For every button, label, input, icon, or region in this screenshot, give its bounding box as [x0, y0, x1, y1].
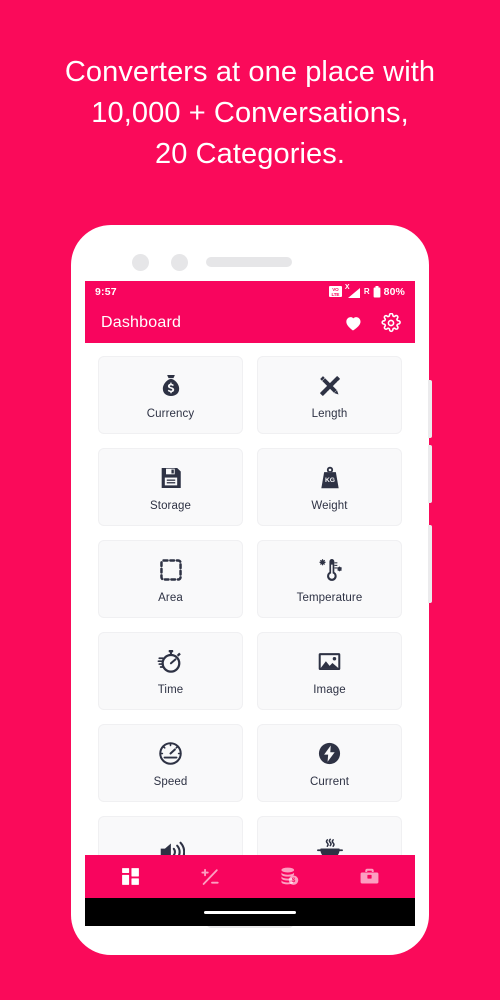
converter-card-speed[interactable]: Speed — [98, 724, 243, 802]
converter-card-label: Image — [313, 683, 346, 696]
heart-icon[interactable] — [343, 313, 363, 333]
converter-card-area[interactable]: Area — [98, 540, 243, 618]
battery-percentage: 80% — [383, 285, 405, 298]
converter-card-label: Area — [158, 591, 183, 604]
converter-card-current[interactable]: Current — [257, 724, 402, 802]
proximity-sensor-icon — [132, 254, 149, 271]
converter-card-label: Storage — [150, 499, 191, 512]
nav-item-tools[interactable] — [346, 862, 392, 892]
converter-card-label: Current — [309, 775, 350, 788]
converter-card-label: Time — [157, 683, 184, 696]
thermometer-snowflake-icon — [315, 555, 345, 585]
converter-grid-scroll-area[interactable]: Currency Length Storage KG Weight Area T… — [85, 343, 415, 898]
svg-text:$: $ — [292, 877, 296, 884]
kg-weight-icon-text: KG — [324, 476, 334, 483]
nav-item-money[interactable]: $ — [267, 862, 313, 892]
plus-minus-icon — [199, 866, 221, 888]
phone-screen: 9:57 VO LTE X R 80% Dashboard Currency L… — [85, 281, 415, 926]
earpiece-speaker-icon — [206, 257, 292, 267]
volte-icon-line2: LTE — [331, 291, 340, 297]
volume-up-button[interactable] — [428, 380, 432, 438]
volume-down-button[interactable] — [428, 445, 432, 503]
converter-card-label: Length — [311, 407, 348, 420]
battery-icon — [373, 285, 381, 297]
converter-card-storage[interactable]: Storage — [98, 448, 243, 526]
promo-headline-line-1: Converters at one place with — [64, 56, 436, 88]
converter-card-label: Speed — [153, 775, 188, 788]
promo-headline-line-3: 20 Categories. — [154, 138, 345, 170]
picture-icon — [315, 647, 345, 677]
stopwatch-icon — [156, 647, 186, 677]
converter-grid: Currency Length Storage KG Weight Area T… — [98, 356, 402, 894]
power-button[interactable] — [428, 525, 432, 603]
android-gesture-bar — [85, 898, 415, 926]
floppy-disk-icon — [156, 463, 186, 493]
converter-card-temperature[interactable]: Temperature — [257, 540, 402, 618]
nav-item-dashboard[interactable] — [108, 862, 154, 892]
page-title: Dashboard — [101, 313, 182, 331]
status-icon-group: VO LTE X R 80% — [328, 284, 405, 298]
kg-weight-icon: KG — [315, 463, 345, 493]
toolbox-icon — [359, 866, 380, 887]
speedometer-icon — [156, 739, 186, 769]
app-bar: Dashboard — [85, 302, 415, 343]
lightning-bolt-icon — [315, 739, 345, 769]
promo-headline: Converters at one place with 10,000 + Co… — [0, 52, 500, 175]
dashed-square-icon — [156, 555, 186, 585]
signal-bars-icon: X — [345, 284, 360, 298]
app-bar-actions — [343, 312, 401, 333]
converter-card-length[interactable]: Length — [257, 356, 402, 434]
phone-top-hardware — [71, 243, 429, 281]
converter-card-time[interactable]: Time — [98, 632, 243, 710]
ruler-pencil-icon — [315, 371, 345, 401]
phone-mockup: 9:57 VO LTE X R 80% Dashboard Currency L… — [71, 225, 432, 955]
converter-card-currency[interactable]: Currency — [98, 356, 243, 434]
status-bar: 9:57 VO LTE X R 80% — [85, 281, 415, 302]
converter-card-label: Weight — [311, 499, 348, 512]
promo-headline-line-2: 10,000 + Conversations, — [91, 97, 409, 129]
converter-card-label: Temperature — [296, 591, 363, 604]
converter-card-weight[interactable]: KG Weight — [257, 448, 402, 526]
grid-icon — [120, 866, 141, 887]
bottom-navigation-bar: $ — [85, 855, 415, 898]
status-time: 9:57 — [95, 285, 117, 298]
converter-card-image[interactable]: Image — [257, 632, 402, 710]
gesture-pill[interactable] — [204, 910, 296, 914]
converter-card-label: Currency — [146, 407, 195, 420]
nav-item-calculator[interactable] — [187, 862, 233, 892]
coins-icon: $ — [279, 866, 300, 887]
gear-icon[interactable] — [381, 312, 401, 333]
money-bag-icon — [156, 371, 186, 401]
volte-icon: VO LTE — [328, 286, 342, 297]
roaming-indicator: R — [363, 287, 370, 296]
front-camera-icon — [171, 254, 188, 271]
